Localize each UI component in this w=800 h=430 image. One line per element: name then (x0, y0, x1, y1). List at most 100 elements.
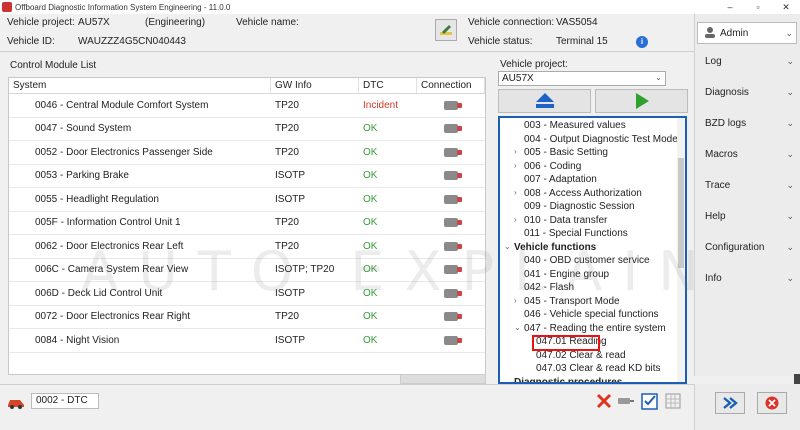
forward-button[interactable] (715, 392, 745, 414)
tree-item[interactable]: 040 - OBD customer service (524, 255, 650, 266)
window-title: Offboard Diagnostic Information System E… (15, 2, 231, 12)
chevron-down-icon[interactable]: ⌄ (514, 323, 521, 332)
table-row[interactable]: 0046 - Central Module Comfort System TP20… (9, 94, 485, 118)
table-row[interactable]: 0072 - Door Electronics Rear Right TP20 OK (9, 306, 485, 329)
tree-item[interactable]: 011 - Special Functions (524, 228, 628, 239)
sidebar-item-label: Diagnosis (705, 87, 749, 98)
cell-system: 005F - Information Control Unit 1 (35, 217, 181, 229)
sidebar-item-bzd-logs[interactable]: BZD logs ⌄ (705, 118, 797, 129)
admin-button[interactable]: Admin ⌄ (697, 22, 797, 44)
pencil-icon (440, 25, 452, 35)
table-row[interactable]: 0052 - Door Electronics Passenger Side TP… (9, 141, 485, 165)
tree-item[interactable]: 006 - Coding (524, 161, 581, 172)
connection-icon (444, 194, 462, 204)
cell-gw-info: ISOTP (275, 193, 306, 205)
chevron-down-icon[interactable]: ⌄ (504, 242, 511, 251)
tree-item[interactable]: 005 - Basic Setting (524, 147, 608, 158)
sidebar-item-diagnosis[interactable]: Diagnosis ⌄ (705, 87, 797, 98)
horizontal-scrollbar[interactable] (400, 374, 486, 384)
tree-item[interactable]: 046 - Vehicle special functions (524, 309, 659, 320)
vehicle-project-label: Vehicle project: (7, 17, 75, 28)
column-header-system[interactable]: System (9, 78, 271, 93)
tree-item[interactable]: 047.02 Clear & read (536, 350, 626, 361)
cell-dtc-status: OK (363, 217, 378, 229)
cell-system: 006C - Camera System Rear View (35, 264, 189, 276)
sidebar-item-info[interactable]: Info ⌄ (705, 273, 797, 284)
cell-dtc-status: OK (363, 146, 378, 158)
chevron-down-icon: ⌄ (786, 149, 794, 159)
tree-scrollbar-thumb[interactable] (678, 158, 684, 268)
cell-connection (417, 218, 485, 228)
cell-dtc-status: OK (363, 123, 378, 135)
table-row[interactable]: 0062 - Door Electronics Rear Left TP20 OK (9, 235, 485, 259)
connection-icon (444, 147, 462, 157)
tree-scrollbar[interactable] (677, 118, 685, 382)
cell-gw-info: TP20 (275, 311, 299, 323)
chevron-right-icon[interactable]: › (514, 161, 517, 170)
restore-button[interactable]: ▫ (744, 2, 772, 12)
connection-icon (444, 312, 462, 322)
table-row-empty (9, 353, 485, 375)
tree-item[interactable]: 008 - Access Authorization (524, 188, 642, 199)
table-row[interactable]: 0084 - Night Vision ISOTP OK (9, 329, 485, 353)
table-row[interactable]: 0047 - Sound System TP20 OK (9, 118, 485, 141)
cell-connection (417, 100, 485, 110)
tree-item[interactable]: 004 - Output Diagnostic Test Mode (524, 134, 678, 145)
admin-label: Admin (720, 27, 749, 39)
tree-item[interactable]: 047 - Reading the entire system (524, 323, 666, 334)
edit-vehicle-button[interactable] (435, 19, 457, 41)
table-row[interactable]: 0053 - Parking Brake ISOTP OK (9, 165, 485, 188)
table-row[interactable]: 006C - Camera System Rear View ISOTP; TP2… (9, 259, 485, 282)
control-module-list-title: Control Module List (10, 60, 97, 71)
cell-connection (417, 147, 485, 157)
cancel-x-icon[interactable] (594, 391, 614, 411)
tree-item[interactable]: 047.03 Clear & read KD bits (536, 363, 661, 374)
close-window-button[interactable]: ✕ (772, 2, 800, 13)
column-header-gw-info[interactable]: GW Info (271, 78, 359, 93)
chevron-right-icon[interactable]: › (514, 215, 517, 224)
tree-item[interactable]: 009 - Diagnostic Session (524, 201, 635, 212)
column-header-connection[interactable]: Connection (417, 78, 485, 93)
table-row[interactable]: 0055 - Headlight Regulation ISOTP OK (9, 188, 485, 212)
control-module-table: System GW Info DTC Connection 0046 - Cen… (8, 77, 486, 375)
cell-gw-info: ISOTP; TP20 (275, 264, 335, 276)
chevron-down-icon: ⌄ (785, 28, 793, 38)
checklist-icon[interactable] (640, 391, 660, 411)
tree-category[interactable]: Diagnostic procedures (514, 377, 622, 383)
chevron-right-icon[interactable]: › (514, 296, 517, 305)
tree-category[interactable]: Vehicle functions (514, 242, 596, 253)
cell-dtc-status: OK (363, 264, 378, 276)
car-icon[interactable] (6, 393, 26, 413)
cell-gw-info: ISOTP (275, 334, 306, 346)
stop-button[interactable] (757, 392, 787, 414)
minimize-button[interactable]: – (716, 2, 744, 12)
tree-item[interactable]: 041 - Engine group (524, 269, 609, 280)
vehicle-id-label: Vehicle ID: (7, 36, 55, 47)
tree-item[interactable]: 003 - Measured values (524, 120, 626, 131)
home-button[interactable] (498, 89, 591, 113)
stop-x-icon (765, 396, 779, 410)
sidebar-item-macros[interactable]: Macros ⌄ (705, 149, 797, 160)
sidebar-item-configuration[interactable]: Configuration ⌄ (705, 242, 797, 253)
sidebar-item-trace[interactable]: Trace ⌄ (705, 180, 797, 191)
tree-item[interactable]: 007 - Adaptation (524, 174, 597, 185)
tree-item[interactable]: 010 - Data transfer (524, 215, 607, 226)
table-row[interactable]: 006D - Deck Lid Control Unit ISOTP OK (9, 282, 485, 306)
tree-item[interactable]: 042 - Flash (524, 282, 574, 293)
table-row[interactable]: 005F - Information Control Unit 1 TP20 OK (9, 212, 485, 235)
cell-connection (417, 124, 485, 134)
sidebar-item-log[interactable]: Log ⌄ (705, 56, 797, 67)
tab-dtc[interactable]: 0002 - DTC (31, 393, 99, 409)
vehicle-project-select[interactable]: AU57X ⌄ (498, 71, 666, 86)
tree-item[interactable]: 045 - Transport Mode (524, 296, 620, 307)
grid-icon[interactable] (663, 391, 683, 411)
sidebar-item-help[interactable]: Help ⌄ (705, 211, 797, 222)
chevron-right-icon[interactable]: › (514, 188, 517, 197)
column-header-dtc[interactable]: DTC (359, 78, 417, 93)
info-icon[interactable]: i (636, 36, 648, 48)
chevron-right-icon[interactable]: › (514, 147, 517, 156)
sidebar-item-label: Trace (705, 180, 731, 191)
connector-icon[interactable] (616, 391, 636, 411)
sidebar-item-label: Macros (705, 149, 738, 160)
run-button[interactable] (595, 89, 688, 113)
